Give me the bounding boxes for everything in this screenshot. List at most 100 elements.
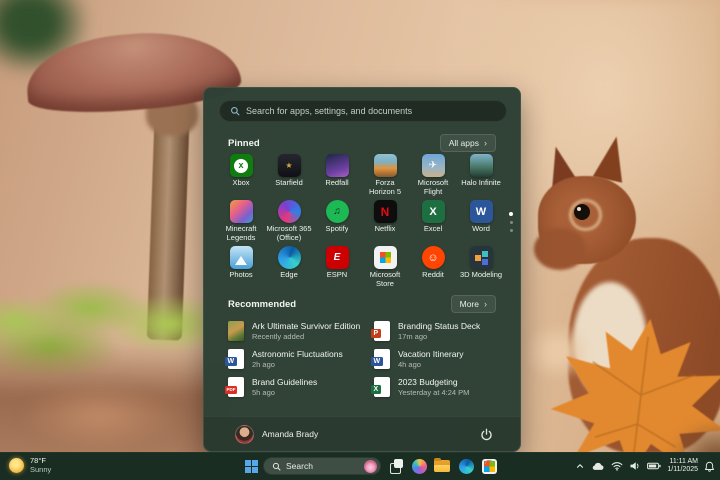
pinned-app-redfall[interactable]: Redfall xyxy=(313,154,361,200)
foliage-corner xyxy=(0,0,90,75)
minecraft-legends-icon xyxy=(229,200,253,223)
pinned-app-minecraft-legends[interactable]: Minecraft Legends xyxy=(217,200,265,246)
edge-icon xyxy=(458,458,474,474)
volume-button[interactable] xyxy=(629,461,641,471)
taskbar-search[interactable]: Search xyxy=(263,457,381,475)
squirrel-muzzle xyxy=(534,228,586,270)
pinned-app-netflix[interactable]: N Netflix xyxy=(361,200,409,246)
search-input[interactable] xyxy=(246,106,496,116)
flight-simulator-icon: ✈ xyxy=(421,154,445,177)
chevron-right-icon: › xyxy=(484,137,487,148)
pinned-app-starfield[interactable]: ★ Starfield xyxy=(265,154,313,200)
word-icon: W xyxy=(469,200,493,223)
pale-leaf xyxy=(522,322,592,382)
start-button[interactable] xyxy=(241,456,261,476)
page-dot[interactable] xyxy=(509,221,513,224)
recommended-item-branding-deck[interactable]: P Branding Status Deck 17m ago xyxy=(363,317,509,345)
moss xyxy=(0,276,225,376)
pinned-app-spotify[interactable]: ♫ Spotify xyxy=(313,200,361,246)
pinned-app-reddit[interactable]: ☺ Reddit xyxy=(409,246,457,292)
user-name[interactable]: Amanda Brady xyxy=(262,429,474,439)
photos-icon xyxy=(229,246,253,269)
store-button[interactable] xyxy=(479,456,499,476)
user-avatar[interactable] xyxy=(235,424,254,444)
mushroom-neck xyxy=(146,92,198,136)
weather-widget[interactable]: 78°F Sunny xyxy=(9,456,51,474)
more-button[interactable]: More › xyxy=(450,295,496,313)
clock-date: 1/11/2025 xyxy=(667,466,698,473)
sun-icon xyxy=(9,457,24,473)
pinned-app-halo-infinite[interactable]: Halo Infinite xyxy=(457,154,505,200)
weather-condition: Sunny xyxy=(30,465,52,474)
notification-button[interactable] xyxy=(704,461,715,472)
forza-horizon-icon xyxy=(373,154,397,177)
tray-chevron-button[interactable] xyxy=(575,461,585,471)
start-search-box[interactable] xyxy=(219,100,507,122)
pinned-apps-grid: x Xbox ★ Starfield Redfall Forza Horizon 5… xyxy=(217,154,505,292)
ark-game-icon xyxy=(228,321,244,341)
chevron-right-icon: › xyxy=(484,298,487,309)
pinned-app-excel[interactable]: X Excel xyxy=(409,200,457,246)
pinned-app-espn[interactable]: E ESPN xyxy=(313,246,361,292)
folder-icon xyxy=(434,458,450,472)
desktop: Pinned All apps › xXbox ★Starfield Redfa… xyxy=(0,0,720,480)
power-button[interactable] xyxy=(474,422,498,446)
excel-icon: X xyxy=(421,200,445,223)
squirrel-head xyxy=(538,176,636,264)
pinned-app-forza-horizon-5[interactable]: Forza Horizon 5 xyxy=(361,154,409,200)
taskbar-clock[interactable]: 11:11 AM 1/11/2025 xyxy=(667,458,698,475)
page-dot-active[interactable] xyxy=(509,212,513,216)
moss-ground xyxy=(0,342,230,462)
recommended-item-ark[interactable]: Ark Ultimate Survivor Edition Recently ad… xyxy=(217,317,363,345)
pinned-app-edge[interactable]: Edge xyxy=(265,246,313,292)
start-menu-footer: Amanda Brady xyxy=(204,416,520,451)
start-menu: Pinned All apps › xXbox ★Starfield Redfa… xyxy=(203,87,521,452)
pinned-app-photos[interactable]: Photos xyxy=(217,246,265,292)
pinned-app-microsoft-365[interactable]: Microsoft 365 (Office) xyxy=(265,200,313,246)
edge-button[interactable] xyxy=(456,456,476,476)
network-button[interactable] xyxy=(611,461,623,471)
redfall-icon xyxy=(325,154,349,177)
pinned-app-word[interactable]: W Word xyxy=(457,200,505,246)
pinned-app-3d-modeling[interactable]: 3D Modeling xyxy=(457,246,505,292)
page-dot[interactable] xyxy=(509,229,513,232)
task-view-button[interactable] xyxy=(386,456,406,476)
battery-button[interactable] xyxy=(647,462,661,470)
power-icon xyxy=(480,428,492,440)
cloud-icon xyxy=(593,462,604,470)
excel-doc-icon: X xyxy=(371,377,390,397)
copilot-button[interactable] xyxy=(409,456,429,476)
recommended-item-brand-guidelines[interactable]: PDF Brand Guidelines 5h ago xyxy=(217,373,363,401)
moss-glow xyxy=(20,382,180,452)
pinned-page-indicator[interactable] xyxy=(509,212,513,232)
espn-icon: E xyxy=(325,246,349,269)
recommended-item-vacation[interactable]: W Vacation Itinerary 4h ago xyxy=(363,345,509,373)
wifi-icon xyxy=(611,462,623,471)
pinned-label: Pinned xyxy=(228,137,260,149)
3d-modeling-icon xyxy=(469,246,493,269)
squirrel-eye-ring xyxy=(569,199,602,231)
search-highlight-image[interactable] xyxy=(364,459,377,473)
pinned-app-xbox[interactable]: x Xbox xyxy=(217,154,265,200)
pinned-app-flight-simulator[interactable]: ✈Microsoft Flight Simulator xyxy=(409,154,457,200)
speaker-icon xyxy=(630,462,639,470)
bell-icon xyxy=(704,461,715,472)
recommended-item-budgeting[interactable]: X 2023 Budgeting Yesterday at 4:24 PM xyxy=(363,373,509,401)
search-icon xyxy=(231,107,240,116)
battery-icon xyxy=(647,462,661,470)
word-doc-icon: W xyxy=(225,349,244,369)
word-doc-icon: W xyxy=(371,349,390,369)
recommended-item-astronomic[interactable]: W Astronomic Fluctuations 2h ago xyxy=(217,345,363,373)
squirrel-chest xyxy=(573,282,647,400)
pinned-app-microsoft-store[interactable]: Microsoft Store xyxy=(361,246,409,292)
file-explorer-button[interactable] xyxy=(432,456,452,476)
squirrel-ear-left xyxy=(541,143,581,193)
taskbar-search-label: Search xyxy=(286,461,313,471)
recommended-label: Recommended xyxy=(228,298,297,310)
onedrive-button[interactable] xyxy=(591,461,605,471)
microsoft-store-icon xyxy=(481,458,497,474)
all-apps-button[interactable]: All apps › xyxy=(439,134,496,152)
pdf-icon: PDF xyxy=(225,377,244,397)
clock-time: 11:11 AM xyxy=(669,457,698,465)
xbox-icon: x xyxy=(229,154,253,177)
